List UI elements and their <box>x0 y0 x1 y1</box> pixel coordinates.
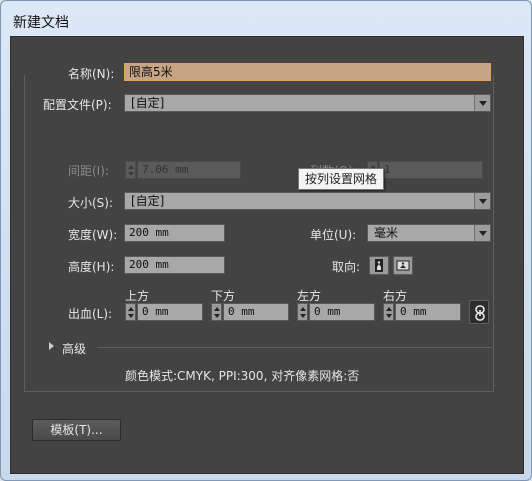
spacing-label: 间距(I): <box>68 164 109 178</box>
orientation-landscape-button[interactable] <box>393 256 413 275</box>
units-select-value: 毫米 <box>374 226 399 240</box>
orientation-portrait-button[interactable] <box>369 256 389 275</box>
chevron-down-icon <box>474 193 490 209</box>
bleed-right-label: 右方 <box>383 289 408 303</box>
landscape-icon <box>396 260 410 271</box>
size-label: 大小(S): <box>68 196 114 210</box>
bleed-bottom-stepper-icon[interactable] <box>211 303 222 321</box>
height-input[interactable]: 200 mm <box>124 256 225 274</box>
bleed-bottom-input[interactable]: 0 mm <box>223 303 289 321</box>
advanced-toggle[interactable]: 高级 <box>62 340 86 357</box>
bleed-label: 出血(L): <box>68 307 113 321</box>
columns-input[interactable]: 1 <box>379 161 483 179</box>
size-select-value: [自定] <box>131 194 165 208</box>
height-label: 高度(H): <box>68 260 115 274</box>
orientation-label: 取向: <box>332 260 361 274</box>
units-select[interactable]: 毫米 <box>367 224 491 242</box>
bleed-top-stepper-icon[interactable] <box>125 303 136 321</box>
dialog-window: 新建文档 名称(N): 限高5米 配置文件(P): [自定] 间距(I): 7.… <box>0 0 532 481</box>
bleed-top-label: 上方 <box>125 289 150 303</box>
expand-arrow-icon[interactable] <box>49 342 54 350</box>
advanced-divider <box>97 347 492 348</box>
portrait-icon <box>375 259 383 272</box>
bleed-right-stepper-icon[interactable] <box>383 303 394 321</box>
bleed-left-label: 左方 <box>297 289 322 303</box>
color-mode-info: 颜色模式:CMYK, PPI:300, 对齐像素网格:否 <box>125 369 360 383</box>
bleed-bottom-label: 下方 <box>211 289 236 303</box>
spacing-input[interactable]: 7.06 mm <box>137 161 241 179</box>
bleed-top-input[interactable]: 0 mm <box>137 303 203 321</box>
dialog-title: 新建文档 <box>13 15 69 31</box>
bleed-left-stepper-icon[interactable] <box>297 303 308 321</box>
tooltip: 按列设置网格 <box>298 168 385 190</box>
units-label: 单位(U): <box>310 228 357 242</box>
template-button[interactable]: 模板(T)... <box>32 419 121 441</box>
size-select[interactable]: [自定] <box>124 192 491 210</box>
bleed-right-input[interactable]: 0 mm <box>395 303 461 321</box>
bleed-link-button[interactable] <box>469 300 489 324</box>
spacing-stepper-icon <box>125 161 136 179</box>
chain-link-icon <box>475 305 485 321</box>
chevron-down-icon <box>474 225 490 241</box>
width-input[interactable]: 200 mm <box>124 224 225 242</box>
width-label: 宽度(W): <box>68 228 118 242</box>
bleed-left-input[interactable]: 0 mm <box>309 303 375 321</box>
